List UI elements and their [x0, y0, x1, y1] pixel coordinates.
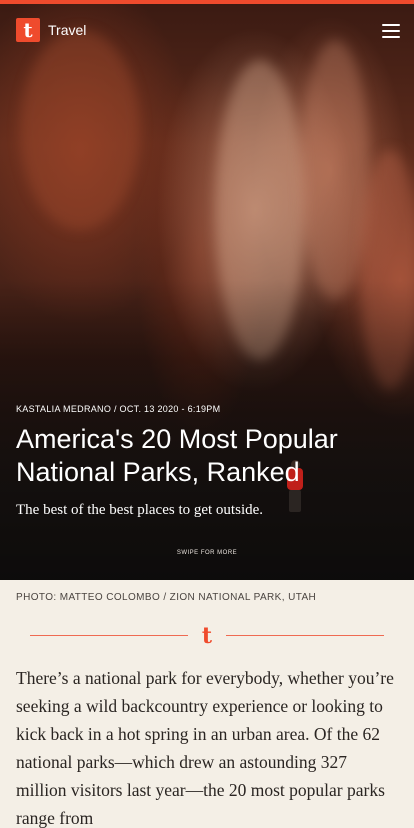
article-dek: The best of the best places to get outsi… [16, 502, 264, 518]
swipe-hint: SWIPE FOR MORE [176, 550, 238, 556]
site-logo[interactable]: t [16, 18, 40, 42]
hamburger-menu-icon[interactable] [382, 24, 400, 38]
divider-logo-icon: t [201, 623, 213, 649]
photo-credit: PHOTO: MATTEO COLOMBO / ZION NATIONAL PA… [16, 592, 317, 603]
article-body: There’s a national park for everybody, w… [16, 668, 394, 828]
top-accent-bar [0, 0, 414, 4]
section-divider: t [0, 623, 414, 649]
hero-image[interactable] [0, 0, 414, 580]
section-label[interactable]: Travel [48, 21, 86, 39]
top-bar: t Travel [0, 4, 414, 56]
article-title: America's 20 Most Popular National Parks… [16, 424, 338, 487]
divider-rule-left [30, 635, 188, 636]
article-byline: KASTALIA MEDRANO / OCT. 13 2020 - 6:19PM [16, 404, 221, 414]
divider-rule-right [226, 635, 384, 636]
